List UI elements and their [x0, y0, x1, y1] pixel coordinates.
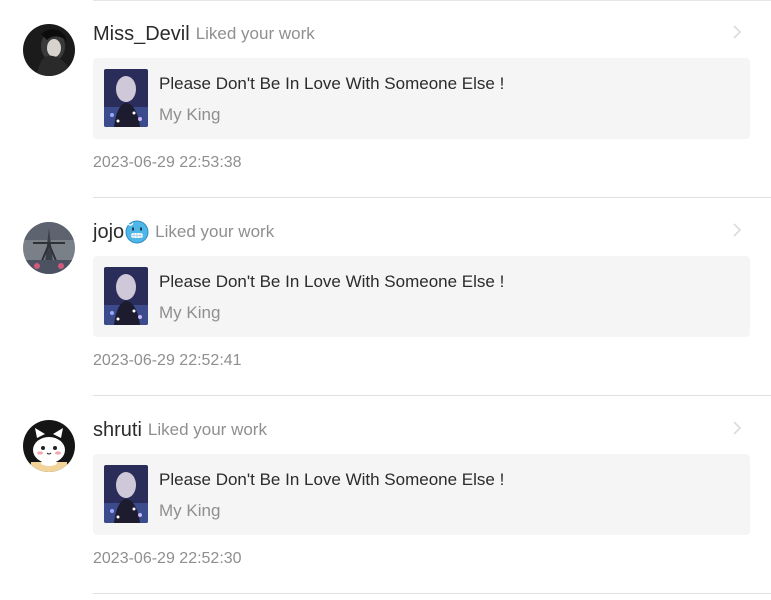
book-cover-image: [104, 465, 148, 523]
username[interactable]: jojo: [93, 221, 124, 244]
work-title: Please Don't Be In Love With Someone Els…: [159, 74, 505, 93]
action-text: Liked your work: [155, 222, 275, 241]
cold-face-emoji-icon: [125, 220, 149, 244]
work-card[interactable]: Please Don't Be In Love With Someone Els…: [93, 58, 750, 139]
chevron-right-icon[interactable]: [728, 419, 746, 437]
chevron-right-icon[interactable]: [728, 221, 746, 239]
timestamp: 2023-06-29 22:53:38: [93, 154, 242, 171]
notification-item[interactable]: Miss_Devil Liked your work Please Don't …: [0, 0, 771, 198]
action-text: Liked your work: [195, 24, 315, 43]
notification-header: Miss_Devil Liked your work: [93, 20, 315, 48]
action-text: Liked your work: [147, 420, 267, 439]
work-author: My King: [159, 303, 221, 322]
timestamp: 2023-06-29 22:52:30: [93, 550, 242, 567]
username[interactable]: shruti: [93, 419, 142, 442]
work-author: My King: [159, 501, 221, 520]
notification-item[interactable]: shruti Liked your work Please Don't Be I…: [0, 396, 771, 594]
work-card[interactable]: Please Don't Be In Love With Someone Els…: [93, 454, 750, 535]
notification-item[interactable]: jojo Liked your work Please Don't Be In …: [0, 198, 771, 396]
work-title: Please Don't Be In Love With Someone Els…: [159, 272, 505, 291]
book-cover-image: [104, 267, 148, 325]
work-title: Please Don't Be In Love With Someone Els…: [159, 470, 505, 489]
notification-header: shruti Liked your work: [93, 416, 267, 444]
user-avatar[interactable]: [23, 24, 75, 76]
user-avatar[interactable]: [23, 222, 75, 274]
chevron-right-icon[interactable]: [728, 23, 746, 41]
cartoon-cat-avatar-icon: [23, 420, 75, 472]
notification-header: jojo Liked your work: [93, 218, 274, 246]
timestamp: 2023-06-29 22:52:41: [93, 352, 242, 369]
book-cover-image: [104, 69, 148, 127]
divider: [93, 593, 771, 594]
username[interactable]: Miss_Devil: [93, 23, 190, 46]
work-card[interactable]: Please Don't Be In Love With Someone Els…: [93, 256, 750, 337]
user-avatar[interactable]: [23, 420, 75, 472]
eiffel-tower-avatar-icon: [23, 222, 75, 274]
work-author: My King: [159, 105, 221, 124]
dark-portrait-avatar-icon: [23, 24, 75, 76]
